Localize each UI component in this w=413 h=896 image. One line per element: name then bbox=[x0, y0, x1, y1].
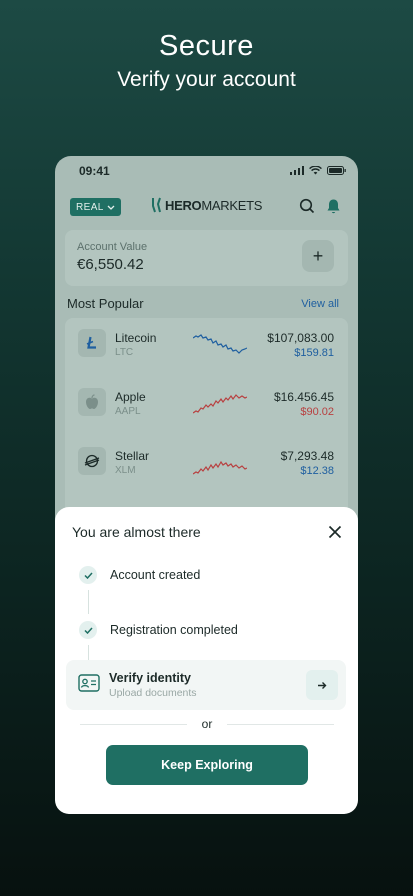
apple-icon bbox=[86, 394, 98, 409]
verify-identity-card[interactable]: Verify identity Upload documents bbox=[66, 660, 346, 710]
verification-sheet: You are almost there Account created Reg… bbox=[55, 507, 358, 814]
asset-price: $107,083.00 bbox=[267, 331, 334, 345]
step-connector bbox=[88, 645, 89, 661]
asset-price: $7,293.48 bbox=[280, 449, 334, 463]
signal-icon bbox=[290, 166, 304, 175]
step-label: Registration completed bbox=[110, 623, 238, 637]
asset-name: Stellar bbox=[115, 449, 150, 463]
litecoin-icon bbox=[86, 336, 96, 349]
divider-right bbox=[227, 724, 334, 725]
list-item[interactable]: Apple AAPL $16.456.45 $90.02 bbox=[65, 377, 348, 433]
status-time: 09:41 bbox=[79, 164, 110, 178]
arrow-right-icon bbox=[318, 681, 327, 689]
sheet-title: You are almost there bbox=[72, 524, 201, 540]
account-value-label: Account Value bbox=[77, 241, 148, 253]
step-done-icon bbox=[79, 621, 97, 639]
hero-title: Secure bbox=[159, 30, 254, 62]
step-label: Account created bbox=[110, 568, 201, 582]
logo-text-bold: HERO bbox=[165, 197, 202, 213]
or-separator: or bbox=[201, 717, 213, 731]
list-item[interactable]: Stellar XLM $7,293.48 $12.38 bbox=[65, 436, 348, 492]
stellar-icon bbox=[84, 454, 100, 468]
list-item[interactable]: Litecoin LTC $107,083.00 $159.81 bbox=[65, 318, 348, 374]
asset-change: $159.81 bbox=[294, 347, 334, 359]
add-funds-button[interactable]: + bbox=[302, 240, 334, 272]
view-all-link[interactable]: View all bbox=[301, 298, 339, 310]
asset-name: Litecoin bbox=[115, 331, 157, 345]
search-icon[interactable] bbox=[299, 198, 315, 214]
close-icon[interactable] bbox=[327, 524, 343, 540]
logo-text-light: MARKETS bbox=[201, 197, 263, 213]
verify-arrow-button[interactable] bbox=[306, 670, 338, 700]
sparkline bbox=[193, 460, 247, 475]
asset-ticker: XLM bbox=[115, 465, 136, 476]
asset-price: $16.456.45 bbox=[273, 390, 334, 404]
account-mode-badge[interactable]: REAL bbox=[70, 198, 121, 216]
account-value-card[interactable]: Account Value €6,550.42 + bbox=[65, 230, 348, 286]
step-connector bbox=[88, 590, 89, 614]
account-value-amount: €6,550.42 bbox=[77, 256, 144, 273]
check-icon bbox=[83, 571, 93, 579]
check-icon bbox=[83, 626, 93, 634]
wifi-icon bbox=[309, 166, 322, 175]
asset-change: $12.38 bbox=[300, 465, 334, 477]
id-card-icon bbox=[78, 674, 100, 692]
battery-icon bbox=[327, 166, 346, 175]
asset-ticker: AAPL bbox=[115, 406, 141, 417]
sparkline bbox=[193, 334, 247, 354]
asset-change: $90.02 bbox=[300, 406, 334, 418]
section-title: Most Popular bbox=[67, 296, 144, 311]
step-done-icon bbox=[79, 566, 97, 584]
status-bar: 09:41 bbox=[55, 156, 358, 188]
asset-name: Apple bbox=[115, 390, 146, 404]
verify-title: Verify identity bbox=[109, 671, 191, 685]
account-mode-label: REAL bbox=[76, 201, 104, 213]
divider-left bbox=[80, 724, 187, 725]
popular-assets-list: Litecoin LTC $107,083.00 $159.81 Apple A… bbox=[65, 318, 348, 518]
hero-subtitle: Verify your account bbox=[117, 68, 296, 91]
chevron-down-icon bbox=[107, 205, 115, 210]
asset-ticker: LTC bbox=[115, 347, 134, 358]
verify-subtitle: Upload documents bbox=[109, 687, 197, 699]
logo-mark-icon bbox=[152, 197, 161, 213]
keep-exploring-button[interactable]: Keep Exploring bbox=[106, 745, 308, 785]
brand-logo: HEROMARKETS bbox=[151, 197, 262, 213]
bell-icon[interactable] bbox=[326, 198, 341, 215]
sparkline bbox=[193, 394, 247, 414]
